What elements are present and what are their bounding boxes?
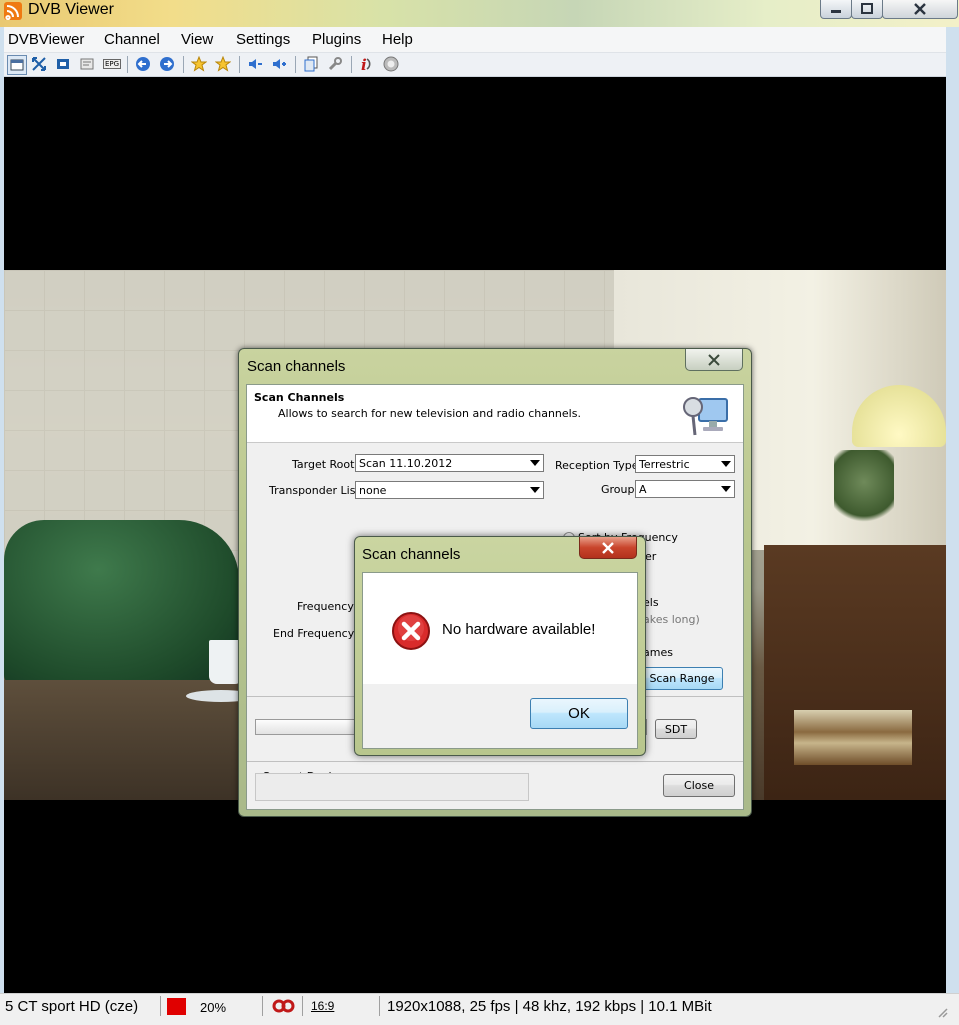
window-title: DVB Viewer [28, 1, 114, 18]
error-dialog-title: Scan channels [362, 546, 461, 563]
volume-up-button[interactable] [270, 55, 288, 73]
menu-dvbviewer[interactable]: DVBViewer [8, 31, 84, 48]
target-root-value: Scan 11.10.2012 [359, 457, 453, 470]
back-button[interactable] [134, 55, 152, 73]
window-icon [10, 59, 24, 71]
resize-grip-icon[interactable] [936, 1006, 948, 1021]
close-icon [602, 541, 614, 554]
dialog-header: Scan Channels Allows to search for new t… [247, 385, 743, 443]
close-icon [708, 353, 720, 366]
target-root-label: Target Root [292, 458, 355, 471]
group-value: A [639, 483, 647, 496]
header-description: Allows to search for new television and … [278, 407, 581, 420]
desktop-mode-button[interactable] [54, 55, 72, 73]
second-sort-label: er [645, 550, 657, 563]
recording-icon[interactable] [272, 999, 296, 1016]
chevron-down-icon [526, 482, 543, 498]
transponder-list-combo[interactable]: none [355, 481, 544, 499]
dialog-close-button[interactable] [685, 349, 743, 371]
scan-range-button[interactable]: Scan Range [641, 667, 723, 690]
menu-plugins[interactable]: Plugins [312, 31, 361, 48]
computer-search-icon [681, 391, 733, 439]
favorites-button[interactable] [190, 55, 208, 73]
tools-button[interactable] [326, 55, 344, 73]
forward-button[interactable] [158, 55, 176, 73]
reception-type-combo[interactable]: Terrestric [635, 455, 735, 473]
chevron-down-icon [526, 455, 543, 471]
osd-button[interactable] [78, 55, 96, 73]
reception-type-value: Terrestric [639, 458, 690, 471]
epg-button[interactable]: EPG [102, 55, 122, 73]
error-icon [391, 611, 431, 651]
error-dialog: Scan channels No hardware available! OK [354, 536, 646, 756]
group-label: Group [601, 483, 635, 496]
chevron-down-icon [717, 456, 734, 472]
current-device-field [255, 773, 529, 801]
stream-info: 1920x1088, 25 fps | 48 khz, 192 kbps | 1… [387, 998, 712, 1015]
volume-down-button[interactable] [246, 55, 264, 73]
dialog-title: Scan channels [247, 358, 346, 375]
app-icon[interactable] [4, 2, 22, 20]
menu-channel[interactable]: Channel [104, 31, 160, 48]
minimize-icon [831, 10, 841, 13]
close-button[interactable]: Close [663, 774, 735, 797]
frequency-label: Frequency [297, 600, 354, 613]
menu-settings[interactable]: Settings [236, 31, 290, 48]
menu-view[interactable]: View [181, 31, 213, 48]
aspect-ratio[interactable]: 16:9 [311, 999, 334, 1013]
sdt-button[interactable]: SDT [655, 719, 697, 739]
error-close-button[interactable] [579, 537, 637, 559]
minimize-button[interactable] [820, 0, 852, 19]
info-button[interactable]: i [358, 55, 376, 73]
info-icon: i [361, 56, 371, 72]
arrow-right-icon [160, 57, 174, 71]
transponder-list-value: none [359, 484, 387, 497]
menu-help[interactable]: Help [382, 31, 413, 48]
toolbar: EPG i [4, 53, 946, 77]
group-combo[interactable]: A [635, 480, 735, 498]
error-dialog-body: No hardware available! OK [362, 572, 638, 749]
chevron-down-icon [717, 481, 734, 497]
close-window-button[interactable] [882, 0, 958, 19]
target-root-combo[interactable]: Scan 11.10.2012 [355, 454, 544, 472]
wrench-icon [328, 57, 342, 71]
signal-percent: 20% [200, 1000, 227, 1015]
title-bar: DVB Viewer [0, 0, 959, 27]
reception-type-label: Reception Type [555, 459, 639, 472]
maximize-button[interactable] [851, 0, 883, 19]
end-frequency-label: End Frequency [273, 627, 355, 640]
star-add-icon [215, 56, 231, 72]
fullscreen-icon [32, 57, 46, 71]
arrow-left-icon [136, 57, 150, 71]
fullscreen-button[interactable] [30, 55, 48, 73]
record-button[interactable] [382, 55, 400, 73]
error-message: No hardware available! [442, 621, 596, 638]
error-dialog-footer: OK [363, 684, 637, 748]
desktop-icon [57, 59, 69, 69]
copy-icon [304, 56, 318, 72]
add-favorite-button[interactable] [214, 55, 232, 73]
maximize-icon [861, 3, 873, 14]
copy-button[interactable] [302, 55, 320, 73]
close-icon [914, 3, 926, 15]
ok-button[interactable]: OK [530, 698, 628, 729]
record-icon [383, 56, 399, 72]
menu-bar: DVBViewer Channel View Settings Plugins … [4, 27, 946, 53]
transponder-list-label: Transponder List [269, 484, 360, 497]
status-bar: 5 CT sport HD (cze) 20% 16:9 1920x1088, … [0, 993, 959, 1025]
volume-up-icon [273, 59, 286, 69]
volume-down-icon [249, 59, 262, 69]
star-icon [191, 56, 207, 72]
osd-icon [80, 58, 94, 70]
takes-long-hint: akes long) [643, 613, 700, 626]
channel-name: 5 CT sport HD (cze) [5, 998, 139, 1015]
signal-indicator [167, 998, 186, 1015]
epg-label: EPG [102, 59, 122, 69]
window-mode-button[interactable] [7, 55, 27, 75]
names-option-label: ames [643, 646, 673, 659]
header-title: Scan Channels [254, 391, 345, 404]
svg-text:i: i [361, 56, 367, 72]
